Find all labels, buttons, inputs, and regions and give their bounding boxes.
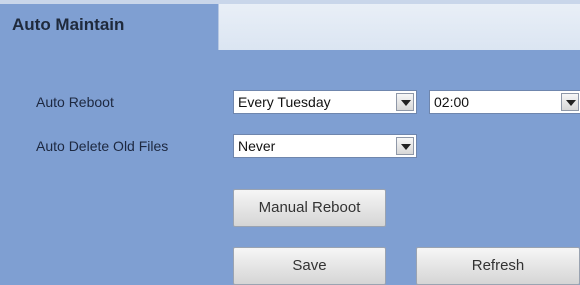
- auto-delete-label: Auto Delete Old Files: [36, 138, 169, 154]
- auto-reboot-day-value: Every Tuesday: [238, 94, 331, 110]
- auto-reboot-time-value: 02:00: [434, 94, 470, 110]
- manual-reboot-button[interactable]: Manual Reboot: [233, 189, 386, 227]
- chevron-down-icon[interactable]: [396, 137, 414, 155]
- tab-title: Auto Maintain: [12, 15, 125, 34]
- tab-auto-maintain[interactable]: Auto Maintain: [0, 4, 219, 50]
- auto-reboot-label: Auto Reboot: [36, 94, 114, 110]
- auto-reboot-time-select[interactable]: 02:00: [429, 90, 580, 114]
- chevron-down-icon[interactable]: [561, 93, 579, 111]
- auto-delete-value: Never: [238, 138, 276, 154]
- tab-strip: [218, 4, 580, 50]
- auto-delete-select[interactable]: Never: [233, 134, 417, 158]
- refresh-button[interactable]: Refresh: [416, 247, 580, 285]
- chevron-down-icon[interactable]: [396, 93, 414, 111]
- auto-reboot-day-select[interactable]: Every Tuesday: [233, 90, 417, 114]
- save-button[interactable]: Save: [233, 247, 386, 285]
